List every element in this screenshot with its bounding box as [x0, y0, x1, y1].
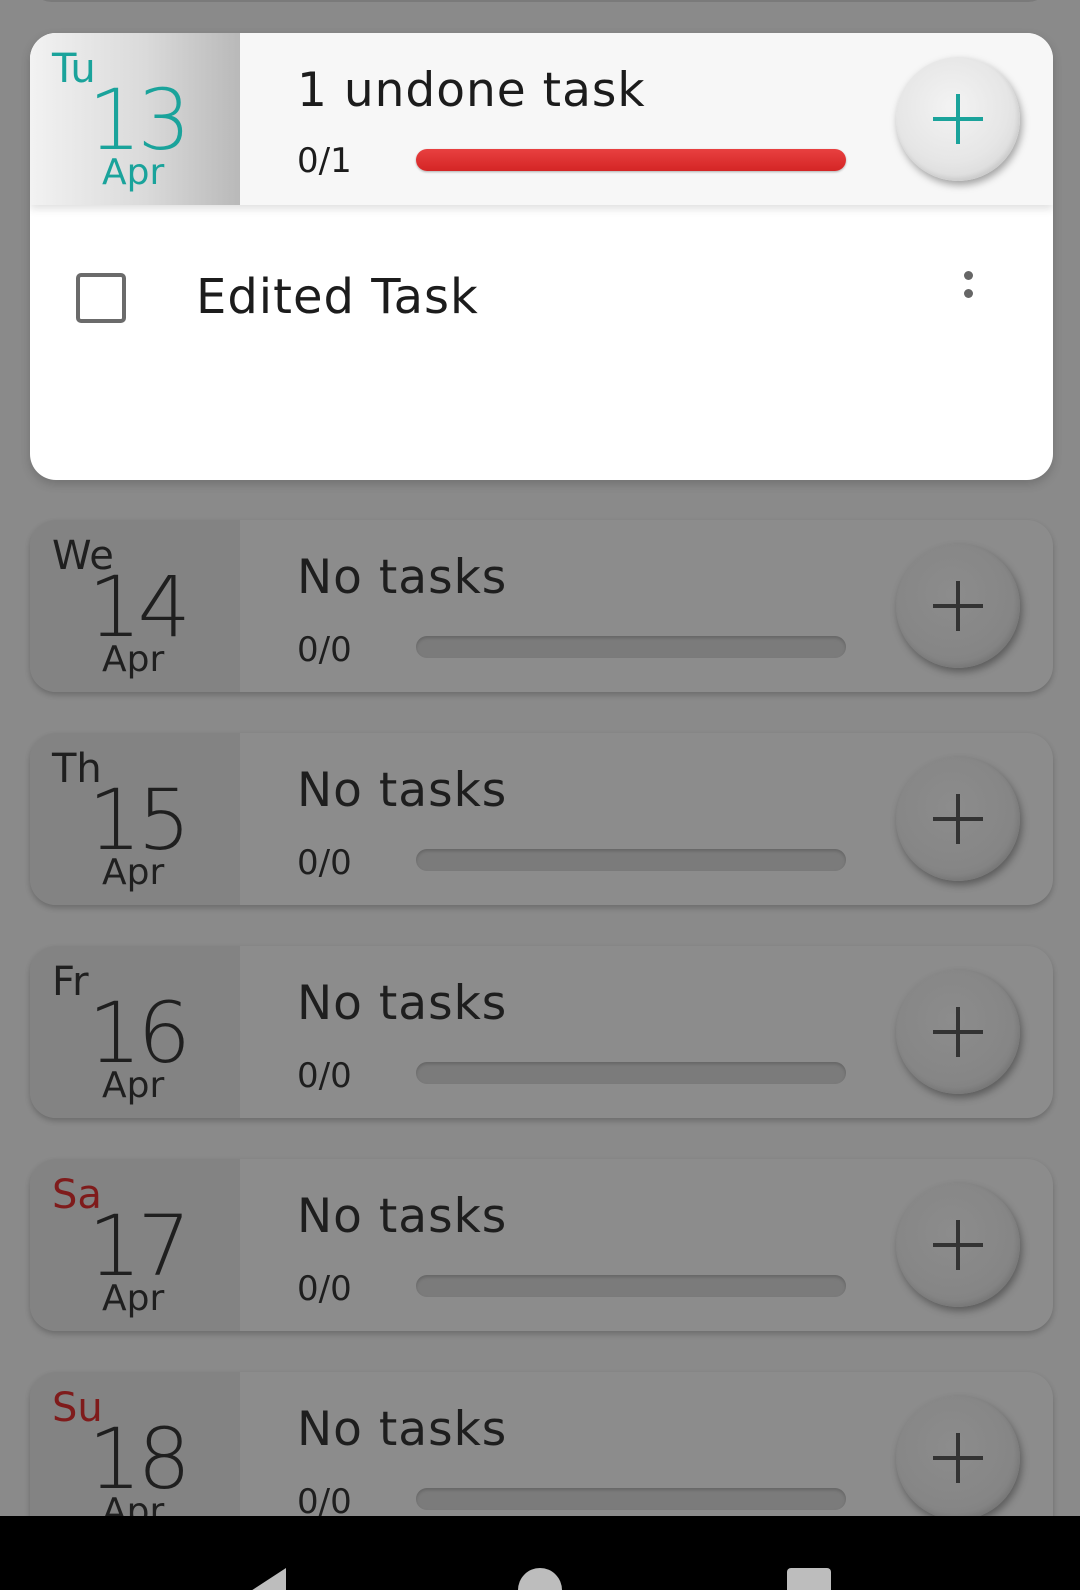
- expanded-day-card: Tu 13 Apr 1 undone task 0/1 Edited Task: [30, 33, 1053, 480]
- task-count: 0/0: [297, 630, 352, 670]
- progress-bar: [416, 636, 846, 658]
- add-task-button[interactable]: [896, 1183, 1020, 1307]
- month-label: Apr: [102, 1278, 165, 1319]
- add-task-button[interactable]: [896, 544, 1020, 668]
- system-navigation-bar: [0, 1516, 1080, 1590]
- day-summary-title: 1 undone task: [297, 63, 646, 118]
- more-vert-icon[interactable]: [946, 271, 986, 311]
- date-badge: Fr 16 Apr: [30, 946, 240, 1118]
- add-task-button[interactable]: [896, 57, 1020, 181]
- plus-icon: [933, 794, 983, 844]
- task-label[interactable]: Edited Task: [196, 267, 479, 327]
- nav-back-icon[interactable]: [240, 1568, 286, 1590]
- progress-bar: [416, 149, 846, 171]
- task-count: 0/0: [297, 1269, 352, 1309]
- task-count: 0/0: [297, 843, 352, 883]
- task-count: 0/1: [297, 141, 352, 181]
- date-badge: Th 15 Apr: [30, 733, 240, 905]
- progress-bar: [416, 849, 846, 871]
- plus-icon: [933, 1220, 983, 1270]
- day-of-week: Fr: [52, 959, 89, 1005]
- nav-recents-icon[interactable]: [787, 1568, 831, 1590]
- plus-icon: [933, 581, 983, 631]
- day-summary-title: No tasks: [297, 1402, 508, 1457]
- day-card[interactable]: We 14 Apr No tasks 0/0: [30, 520, 1053, 692]
- day-summary-title: No tasks: [297, 550, 508, 605]
- plus-icon: [933, 1007, 983, 1057]
- date-badge: Sa 17 Apr: [30, 1159, 240, 1331]
- plus-icon: [933, 94, 983, 144]
- day-header[interactable]: Tu 13 Apr 1 undone task 0/1: [30, 33, 1053, 205]
- add-task-button[interactable]: [896, 1396, 1020, 1520]
- progress-bar: [416, 1275, 846, 1297]
- plus-icon: [933, 1433, 983, 1483]
- progress-bar: [416, 1488, 846, 1510]
- day-summary-title: No tasks: [297, 763, 508, 818]
- date-badge: Tu 13 Apr: [30, 33, 240, 205]
- add-task-button[interactable]: [896, 757, 1020, 881]
- progress-bar: [416, 1062, 846, 1084]
- day-card[interactable]: Sa 17 Apr No tasks 0/0: [30, 1159, 1053, 1331]
- day-summary-title: No tasks: [297, 976, 508, 1031]
- month-label: Apr: [102, 1065, 165, 1106]
- nav-home-icon[interactable]: [518, 1568, 562, 1590]
- month-label: Apr: [102, 852, 165, 893]
- checkbox-icon[interactable]: [76, 273, 126, 323]
- previous-day-card-edge: [30, 0, 1050, 2]
- date-badge: We 14 Apr: [30, 520, 240, 692]
- month-label: Apr: [102, 639, 165, 680]
- add-task-button[interactable]: [896, 970, 1020, 1094]
- month-label: Apr: [102, 152, 165, 193]
- day-card[interactable]: Fr 16 Apr No tasks 0/0: [30, 946, 1053, 1118]
- day-card[interactable]: Th 15 Apr No tasks 0/0: [30, 733, 1053, 905]
- task-count: 0/0: [297, 1056, 352, 1096]
- day-summary-title: No tasks: [297, 1189, 508, 1244]
